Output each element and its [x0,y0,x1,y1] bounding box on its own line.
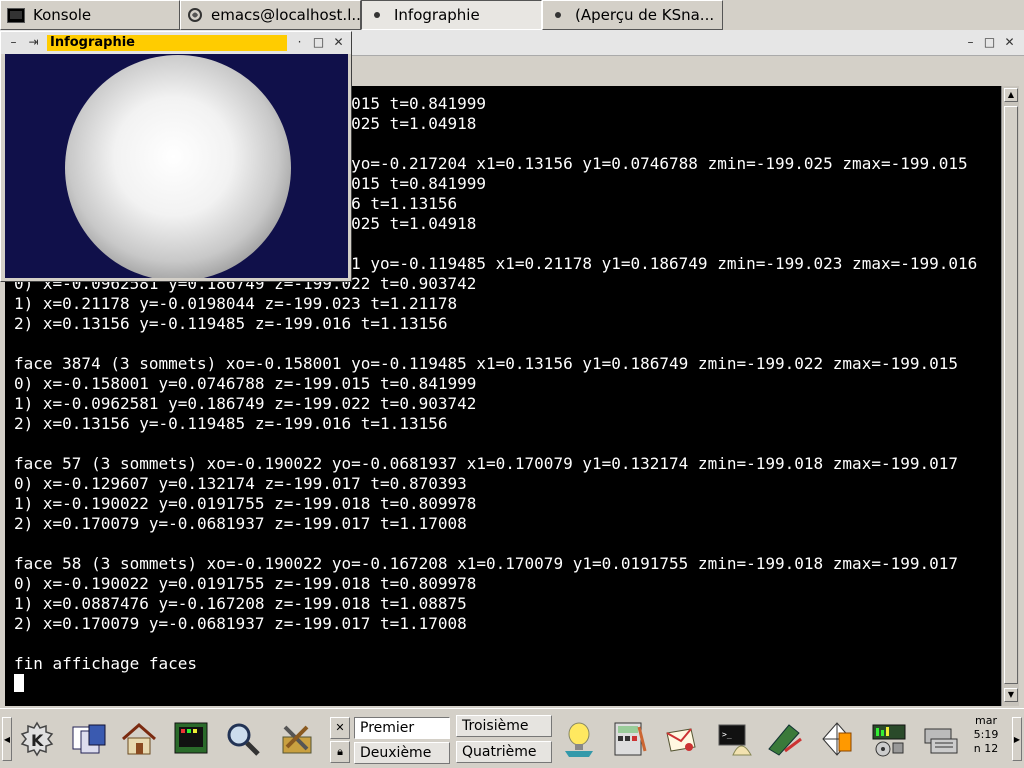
terminal-line: 1) x=-0.190022 y=0.0191755 z=-199.018 t=… [14,494,477,513]
tools-icon[interactable] [274,715,320,763]
task-infographie[interactable]: Infographie [361,0,542,30]
windows-list-icon[interactable] [66,715,112,763]
render-canvas[interactable] [5,54,348,278]
kde-menu-icon[interactable]: K [14,715,60,763]
close-icon[interactable]: ✕ [332,36,345,49]
maximize-icon[interactable]: □ [312,36,325,49]
network-icon[interactable] [918,715,964,763]
text-cursor [14,674,24,692]
top-taskbar: Konsole emacs@localhost.l... Infographie… [0,0,1024,30]
svg-text:K: K [31,731,44,750]
search-icon[interactable] [220,715,266,763]
scrollbar-thumb[interactable] [1004,106,1018,684]
scroll-down-arrow-icon[interactable]: ▼ [1004,688,1018,702]
terminal-line: 2) x=0.13156 y=-0.119485 z=-199.016 t=1.… [14,414,448,433]
sphere-render [65,55,291,278]
task-label: emacs@localhost.l... [211,6,361,24]
terminal-app-icon[interactable] [168,715,214,763]
pin-icon[interactable]: ⇥ [27,36,40,49]
terminal-line: face 3874 (3 sommets) xo=-0.158001 yo=-0… [14,354,959,373]
konsole-icon [7,7,25,23]
vector-icon[interactable] [814,715,860,763]
clock-date: n 12 [973,742,999,755]
terminal-line: 1) x=0.21178 y=-0.0198044 z=-199.023 t=1… [14,294,458,313]
sphere [65,55,291,278]
app-dot-icon [368,7,386,23]
terminal-scrollbar[interactable]: ▲ ▼ [1001,86,1019,706]
terminal-line: 2) x=0.170079 y=-0.0681937 z=-199.017 t=… [14,514,467,533]
terminal-line: 1) x=0.0887476 y=-0.167208 z=-199.018 t=… [14,594,467,613]
terminal-line: face 58 (3 sommets) xo=-0.190022 yo=-0.1… [14,554,959,573]
infographie-titlebar[interactable]: – ⇥ Infographie · □ ✕ [1,32,351,54]
task-emacs[interactable]: emacs@localhost.l... [180,0,361,30]
terminal-line: 0) x=-0.129607 y=0.132174 z=-199.017 t=0… [14,474,467,493]
terminal-line: 0) x=-0.190022 y=0.0191755 z=-199.018 t=… [14,574,477,593]
lock-icon[interactable]: 🔒︎ [330,741,350,763]
minimize-icon[interactable]: – [964,36,977,49]
desktop-troisieme[interactable]: Troisième [456,715,552,737]
task-label: (Aperçu de KSna... [575,6,715,24]
terminal-line: 2) x=0.13156 y=-0.119485 z=-199.016 t=1.… [14,314,448,333]
panel-hide-left-icon[interactable]: ◀ [2,717,12,761]
maximize-icon[interactable]: □ [983,36,996,49]
close-small-icon[interactable]: ✕ [330,717,350,739]
close-icon[interactable]: ✕ [1003,36,1016,49]
taskbar-empty-space [723,0,1024,30]
audio-mixer-icon[interactable] [866,715,912,763]
terminal-line: fin affichage faces [14,654,198,673]
emacs-icon [187,7,203,23]
window-menu-icon[interactable]: – [7,36,20,49]
panel-hide-right-icon[interactable]: ▶ [1012,717,1022,761]
calculator-icon[interactable] [606,715,652,763]
help-icon[interactable] [556,715,602,763]
desktop-deuxieme[interactable]: Deuxième [354,742,450,764]
terminal-prompt-line [14,674,1001,694]
paint-icon[interactable] [762,715,808,763]
desktop-quatrieme[interactable]: Quatrième [456,741,552,763]
infographie-window: – ⇥ Infographie · □ ✕ [0,31,352,282]
home-icon[interactable] [116,715,162,763]
clock-time: 5:19 [973,728,999,741]
desktop-premier[interactable]: Premier [354,717,450,739]
mail-icon[interactable] [658,715,704,763]
clock-day: mar [975,714,997,727]
terminal-line: 2) x=0.170079 y=-0.0681937 z=-199.017 t=… [14,614,467,633]
terminal-line: face 57 (3 sommets) xo=-0.190022 yo=-0.0… [14,454,959,473]
kde-panel: ◀ K ✕ 🔒︎ Premier Troisième Deuxième Quat… [0,708,1024,768]
task-konsole[interactable]: Konsole [0,0,180,30]
minimize-icon[interactable]: · [293,36,306,49]
app-dot-icon [549,7,567,23]
window-title: Infographie [47,35,287,51]
task-label: Infographie [394,6,480,24]
svg-text:>_: >_ [722,730,732,739]
clock[interactable]: mar 5:19 n 12 [966,714,1006,756]
scroll-up-arrow-icon[interactable]: ▲ [1004,88,1018,102]
task-label: Konsole [33,6,92,24]
shell-icon[interactable]: >_ [712,715,758,763]
terminal-line: 0) x=-0.158001 y=0.0746788 z=-199.015 t=… [14,374,477,393]
task-ksnapshot-preview[interactable]: (Aperçu de KSna... [542,0,723,30]
terminal-line: 1) x=-0.0962581 y=0.186749 z=-199.022 t=… [14,394,477,413]
